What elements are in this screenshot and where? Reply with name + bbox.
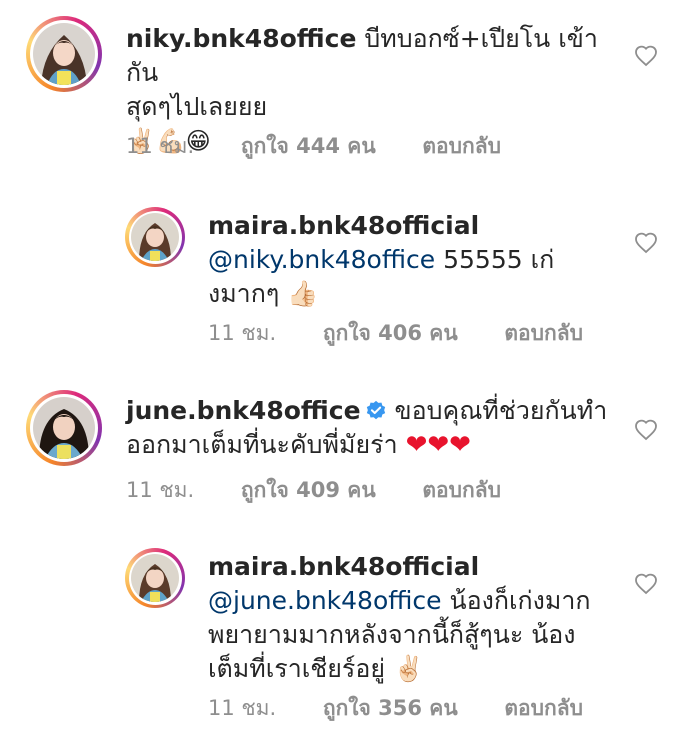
avatar[interactable] <box>26 16 102 92</box>
comment-username[interactable]: niky.bnk48office <box>126 24 356 53</box>
heart-icon[interactable] <box>634 231 658 255</box>
comment-niky: niky.bnk48office บีทบอกซ์+เปียโน เข้ากัน… <box>0 0 700 170</box>
heart-icon[interactable] <box>634 44 658 68</box>
likes-count[interactable]: ถูกใจ 409 คน <box>241 474 376 507</box>
heart-icon[interactable] <box>634 572 658 596</box>
reply-button[interactable]: ตอบกลับ <box>422 130 501 163</box>
comment-username[interactable]: june.bnk48office <box>126 396 361 425</box>
comment-text: maira.bnk48official @niky.bnk48office 55… <box>208 209 608 311</box>
comment-june: june.bnk48office ขอบคุณที่ช่วยกันทำ ออกม… <box>0 370 700 530</box>
comment-meta: 11 ชม. ถูกใจ 409 คน ตอบกลับ <box>126 474 501 507</box>
avatar-photo-icon <box>33 23 95 85</box>
comment-text-line: ออกมาเต็มที่นะคับพี่มัยร่า <box>126 430 406 459</box>
avatar[interactable] <box>125 207 185 267</box>
reply-button[interactable]: ตอบกลับ <box>504 692 583 725</box>
comment-username[interactable]: maira.bnk48official <box>208 211 479 240</box>
comment-text-line: เต็มที่เราเชียร์อยู่ ✌🏻 <box>208 654 425 683</box>
comment-text-line: งมากๆ 👍🏻 <box>208 279 319 308</box>
avatar-photo-icon <box>131 554 179 602</box>
comment-time: 11 ชม. <box>126 134 195 158</box>
comment-meta: 11 ชม. ถูกใจ 444 คน ตอบกลับ <box>126 130 501 163</box>
likes-count[interactable]: ถูกใจ 406 คน <box>323 317 458 350</box>
comment-maira-reply-1: maira.bnk48official @niky.bnk48office 55… <box>0 185 700 365</box>
comment-time: 11 ชม. <box>208 696 277 720</box>
comment-maira-reply-2: maira.bnk48official @june.bnk48office น้… <box>0 530 700 741</box>
verified-badge-icon <box>366 400 385 420</box>
heart-icon[interactable] <box>634 418 658 442</box>
comment-text: maira.bnk48official @june.bnk48office น้… <box>208 550 628 686</box>
reply-button[interactable]: ตอบกลับ <box>422 474 501 507</box>
avatar-photo-icon <box>33 397 95 459</box>
mention-link[interactable]: @june.bnk48office <box>208 586 442 615</box>
comment-text-line: ขอบคุณที่ช่วยกันทำ <box>386 396 608 425</box>
comment-meta: 11 ชม. ถูกใจ 356 คน ตอบกลับ <box>208 692 583 725</box>
comment-text-line: น้องก็เก่งมาก <box>441 586 591 615</box>
avatar[interactable] <box>125 548 185 608</box>
comment-time: 11 ชม. <box>126 478 195 502</box>
comment-text: june.bnk48office ขอบคุณที่ช่วยกันทำ ออกม… <box>126 394 626 462</box>
comment-username[interactable]: maira.bnk48official <box>208 552 479 581</box>
comment-text-line: สุดๆไปเลยยย <box>126 92 268 121</box>
reply-button[interactable]: ตอบกลับ <box>504 317 583 350</box>
comment-text-line: พยายามมากหลังจากนี้ก็สู้ๆนะ น้อง <box>208 620 576 649</box>
comment-text-line: 55555 เก่ <box>435 245 555 274</box>
comment-time: 11 ชม. <box>208 321 277 345</box>
red-hearts: ❤❤❤ <box>405 430 471 460</box>
likes-count[interactable]: ถูกใจ 444 คน <box>241 130 376 163</box>
mention-link[interactable]: @niky.bnk48office <box>208 245 435 274</box>
likes-count[interactable]: ถูกใจ 356 คน <box>323 692 458 725</box>
avatar[interactable] <box>26 390 102 466</box>
comment-meta: 11 ชม. ถูกใจ 406 คน ตอบกลับ <box>208 317 583 350</box>
avatar-photo-icon <box>131 213 179 261</box>
